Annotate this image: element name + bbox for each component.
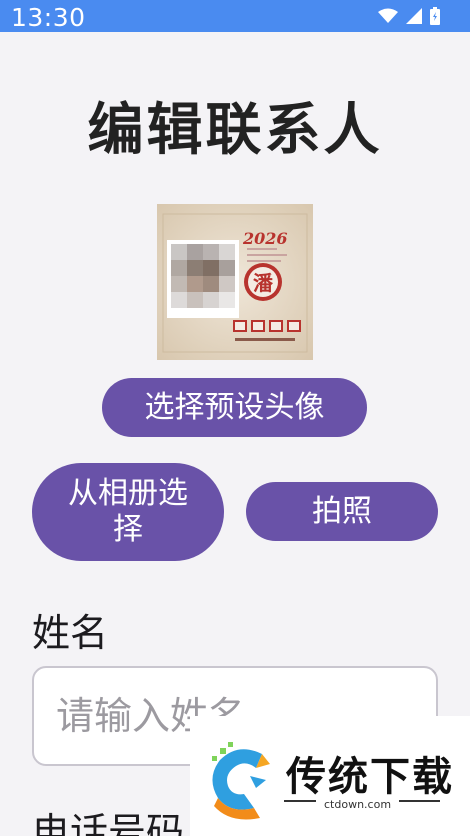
status-icons <box>378 7 440 25</box>
name-label: 姓名 <box>32 611 109 655</box>
signal-icon <box>406 8 422 24</box>
watermark-brand: 传统下载 <box>286 754 454 800</box>
take-photo-button[interactable]: 拍照 <box>246 482 438 541</box>
avatar-image: 2026 潘 <box>157 204 313 360</box>
wifi-icon <box>378 8 398 23</box>
status-time: 13:30 <box>11 3 86 32</box>
poster-year: 2026 <box>242 229 288 248</box>
blurred-photo <box>167 240 239 318</box>
choose-preset-avatar-button[interactable]: 选择预设头像 <box>102 378 367 437</box>
choose-from-album-button[interactable]: 从相册选择 <box>32 463 224 561</box>
status-bar: 13:30 <box>0 0 470 32</box>
watermark: 传统下载 ctdown.com <box>190 716 470 836</box>
phone-label: 电话号码 <box>32 810 185 836</box>
watermark-url: ctdown.com <box>316 798 400 811</box>
watermark-logo-icon <box>212 742 270 820</box>
battery-icon <box>430 7 440 25</box>
avatar[interactable]: 2026 潘 <box>157 204 313 360</box>
poster-character: 潘 <box>253 271 274 295</box>
page-title: 编辑联系人 <box>87 98 383 163</box>
